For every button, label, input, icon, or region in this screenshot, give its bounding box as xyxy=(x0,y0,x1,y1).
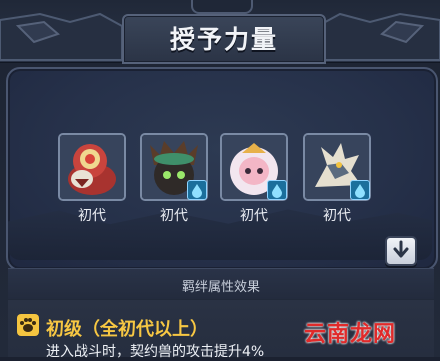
left-horn-ornament xyxy=(0,12,123,61)
water-element-icon xyxy=(350,180,370,200)
pet-generation-label: 初代 xyxy=(323,208,351,224)
scroll-down-button[interactable] xyxy=(385,236,417,266)
bond-effect-title: 初级（全初代以上） xyxy=(46,319,208,340)
pet-card-2[interactable]: 初代 xyxy=(140,133,208,225)
pet-card-3[interactable]: 初代 xyxy=(220,133,288,225)
game-window: 授予力量 初代 初代 初代 初代 羁绊属性效果 初级（全初代以上） 进入战斗时，… xyxy=(0,0,440,360)
top-clasp-ornament xyxy=(191,0,253,14)
header-bar: 授予力量 xyxy=(0,0,440,64)
pet-monster-red-icon xyxy=(60,135,124,199)
pet-card-1[interactable]: 初代 xyxy=(58,133,126,225)
pet-generation-label: 初代 xyxy=(240,208,268,224)
pet-generation-label: 初代 xyxy=(78,208,106,224)
right-horn-ornament xyxy=(317,12,440,61)
bond-effect-description: 进入战斗时，契约兽的攻击提升4% xyxy=(46,344,265,360)
water-element-icon xyxy=(267,180,287,200)
page-title: 授予力量 xyxy=(169,25,278,54)
pet-card-4[interactable]: 初代 xyxy=(303,133,371,225)
bond-section-title: 羁绊属性效果 xyxy=(181,280,260,295)
water-element-icon xyxy=(187,180,207,200)
pet-portrait[interactable] xyxy=(58,133,126,201)
arrow-down-icon xyxy=(393,240,409,258)
site-watermark: 云南龙网 xyxy=(304,322,397,347)
paw-icon xyxy=(17,314,39,336)
pet-generation-label: 初代 xyxy=(160,208,188,224)
bond-section-header: 羁绊属性效果 xyxy=(8,268,434,299)
